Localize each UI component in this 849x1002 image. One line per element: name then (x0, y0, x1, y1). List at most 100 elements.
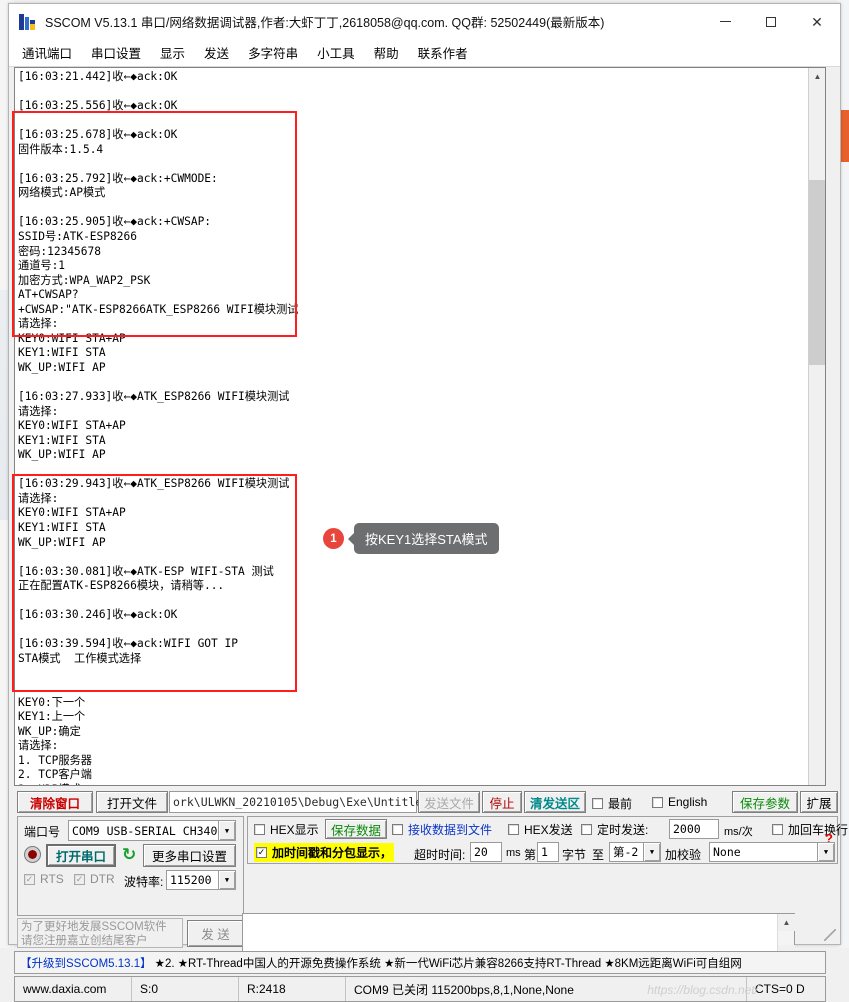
append-crlf-checkbox-box[interactable] (772, 824, 783, 835)
registration-note-line2: 请您注册嘉立创结尾客户 (21, 935, 148, 947)
scroll-up-icon[interactable]: ▲ (809, 68, 825, 85)
save-data-button[interactable]: 保存数据 (325, 819, 387, 839)
checksum-label: 加校验 (665, 848, 702, 862)
recv-to-file-checkbox-box[interactable] (392, 824, 403, 835)
append-crlf-checkbox[interactable]: 加回车换行 (772, 821, 848, 838)
port-select[interactable]: COM9 USB-SERIAL CH340 ▼ (68, 820, 236, 841)
checksum-select[interactable]: None ▼ (709, 842, 835, 862)
more-port-settings-button[interactable]: 更多串口设置 (143, 844, 236, 867)
client-area: [16:03:21.442]收←◆ack:OK [16:03:25.556]收←… (9, 67, 848, 1002)
menu-item-tools[interactable]: 小工具 (316, 41, 356, 64)
menu-item-display[interactable]: 显示 (159, 41, 186, 64)
dtr-checkbox-box[interactable]: ✓ (74, 873, 85, 885)
stop-button[interactable]: 停止 (482, 791, 522, 813)
append-crlf-label: 加回车换行 (788, 823, 849, 837)
close-button[interactable]: ✕ (794, 4, 840, 39)
byte-to-value: 第-2 (613, 845, 639, 859)
rts-checkbox[interactable]: ✓ RTS (24, 872, 64, 886)
clear-window-button[interactable]: 清除窗口 (17, 791, 93, 813)
clear-send-area-button[interactable]: 清发送区 (524, 791, 586, 813)
hex-send-checkbox-box[interactable] (508, 824, 519, 835)
english-checkbox-box[interactable] (652, 796, 663, 808)
refresh-ports-icon[interactable]: ↻ (122, 845, 136, 865)
hex-display-checkbox[interactable]: HEX显示 (254, 821, 319, 838)
send-scroll-up-icon[interactable]: ▲ (778, 914, 795, 931)
baud-rate-label: 波特率: (124, 875, 164, 889)
window-controls: ✕ (702, 4, 840, 39)
byte-from-input[interactable]: 1 (537, 842, 559, 862)
watermark-text: https://blog.csdn.net/ (647, 983, 758, 997)
close-icon: ✕ (811, 13, 823, 30)
port-select-value: COM9 USB-SERIAL CH340 (72, 823, 218, 838)
maximize-icon (766, 16, 776, 27)
maximize-button[interactable] (748, 4, 794, 39)
checksum-value: None (713, 845, 741, 859)
rts-checkbox-box[interactable]: ✓ (24, 873, 35, 885)
menu-item-comm-port[interactable]: 通讯端口 (21, 41, 73, 64)
timeout-input[interactable]: 20 (470, 842, 502, 862)
dtr-label: DTR (90, 872, 115, 886)
status-site[interactable]: www.daxia.com (15, 977, 132, 1001)
recv-to-file-checkbox[interactable]: 接收数据到文件 (392, 821, 492, 838)
menu-item-port-settings[interactable]: 串口设置 (90, 41, 142, 64)
tips-bar[interactable]: 【升级到SSCOM5.13.1】 ★2. ★RT-Thread中国人的开源免费操… (14, 951, 826, 974)
byte-to-label: 至 (592, 848, 605, 862)
timestamp-display-label: 加时间戳和分包显示， (272, 846, 393, 860)
english-checkbox[interactable]: English (652, 795, 707, 809)
topmost-checkbox[interactable]: 最前 (592, 795, 632, 812)
send-interval-unit: ms/次 (724, 826, 753, 838)
open-file-button[interactable]: 打开文件 (96, 791, 168, 813)
chevron-down-icon[interactable]: ▼ (218, 821, 235, 840)
menu-item-contact-author[interactable]: 联系作者 (417, 41, 469, 64)
byte-to-select[interactable]: 第-2 ▼ (609, 842, 661, 862)
byte-from-label: 第 (524, 848, 537, 862)
chevron-down-icon-byte[interactable]: ▼ (643, 843, 660, 861)
dtr-checkbox[interactable]: ✓ DTR (74, 872, 115, 886)
port-status-indicator-icon (24, 846, 41, 863)
title-bar: SSCOM V5.13.1 串口/网络数据调试器,作者:大虾丁丁,2618058… (9, 4, 840, 39)
timed-send-checkbox-box[interactable] (581, 824, 592, 835)
send-file-button[interactable]: 发送文件 (418, 791, 480, 813)
resize-grip[interactable] (824, 929, 836, 941)
tips-text: ★2. ★RT-Thread中国人的开源免费操作系统 ★新一代WiFi芯片兼容8… (154, 957, 742, 970)
hex-display-checkbox-box[interactable] (254, 824, 265, 835)
status-received-count: R:2418 (239, 977, 346, 1001)
callout-text: 按KEY1选择STA模式 (348, 523, 499, 554)
upgrade-link[interactable]: 【升级到SSCOM5.13.1】 (20, 955, 152, 971)
registration-note: 为了更好地发展SSCOM软件 请您注册嘉立创结尾客户 (17, 918, 183, 948)
send-interval-input[interactable]: 2000 (669, 819, 719, 839)
file-path-field[interactable]: ork\ULWKN_20210105\Debug\Exe\Untitled30.… (169, 791, 471, 813)
hex-display-label: HEX显示 (270, 823, 319, 837)
menu-item-multi-string[interactable]: 多字符串 (247, 41, 299, 64)
callout-sta-mode: 1 按KEY1选择STA模式 (323, 523, 499, 554)
window-title: SSCOM V5.13.1 串口/网络数据调试器,作者:大虾丁丁,2618058… (45, 16, 605, 30)
menu-bar: 通讯端口 串口设置 显示 发送 多字符串 小工具 帮助 联系作者 (9, 39, 840, 67)
topmost-checkbox-box[interactable] (592, 798, 603, 809)
hex-send-checkbox[interactable]: HEX发送 (508, 821, 573, 838)
minimize-icon (719, 21, 731, 22)
rts-label: RTS (40, 872, 64, 886)
open-port-button[interactable]: 打开串口 (46, 844, 116, 867)
app-icon (18, 12, 38, 32)
log-scrollbar[interactable]: ▲ (808, 68, 825, 785)
timestamp-display-checkbox[interactable]: ✓ 加时间戳和分包显示， (254, 843, 395, 862)
minimize-button[interactable] (702, 4, 748, 39)
extend-button[interactable]: 扩展 (800, 791, 838, 813)
timed-send-checkbox[interactable]: 定时发送: (581, 821, 648, 838)
sscom-main-window: SSCOM V5.13.1 串口/网络数据调试器,作者:大虾丁丁,2618058… (8, 3, 848, 1002)
recv-to-file-label: 接收数据到文件 (408, 823, 493, 837)
baud-rate-select[interactable]: 115200 ▼ (166, 870, 236, 890)
status-sent-count: S:0 (132, 977, 239, 1001)
timeout-label: 超时时间: (414, 848, 466, 862)
log-scrollbar-thumb[interactable] (809, 180, 825, 365)
timestamp-display-checkbox-box[interactable]: ✓ (256, 847, 267, 858)
timed-send-label: 定时发送: (597, 823, 649, 837)
callout-badge: 1 (323, 528, 344, 549)
menu-item-send[interactable]: 发送 (203, 41, 230, 64)
receive-log-pane[interactable]: [16:03:21.442]收←◆ack:OK [16:03:25.556]收←… (14, 67, 826, 786)
chevron-down-icon-baud[interactable]: ▼ (218, 871, 235, 889)
menu-item-help[interactable]: 帮助 (373, 41, 400, 64)
chevron-down-icon-checksum[interactable]: ▼ (817, 843, 834, 861)
save-params-button[interactable]: 保存参数 (732, 791, 798, 813)
send-button[interactable]: 发 送 (187, 920, 244, 947)
